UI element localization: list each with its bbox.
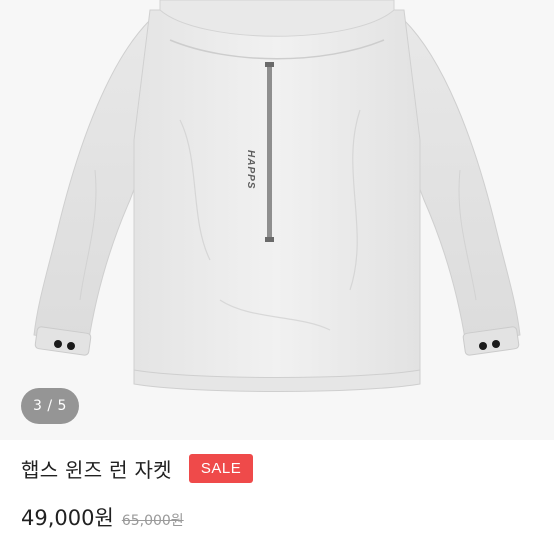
product-image[interactable]: HAPPS bbox=[0, 0, 554, 440]
brand-print: HAPPS bbox=[245, 150, 256, 190]
price-row: 49,000원 65,000원 bbox=[21, 502, 184, 532]
sale-badge: SALE bbox=[188, 454, 254, 483]
title-row: 햅스 윈즈 런 자켓 SALE bbox=[21, 454, 254, 483]
product-title: 햅스 윈즈 런 자켓 bbox=[21, 458, 172, 482]
product-info: 햅스 윈즈 런 자켓 SALE 49,000원 65,000원 bbox=[0, 440, 554, 554]
image-counter-label: 3 / 5 bbox=[33, 398, 67, 414]
image-counter: 3 / 5 bbox=[21, 388, 79, 424]
product-price: 49,000원 bbox=[21, 506, 114, 530]
jacket-illustration bbox=[0, 0, 554, 440]
original-price: 65,000원 bbox=[121, 513, 184, 529]
